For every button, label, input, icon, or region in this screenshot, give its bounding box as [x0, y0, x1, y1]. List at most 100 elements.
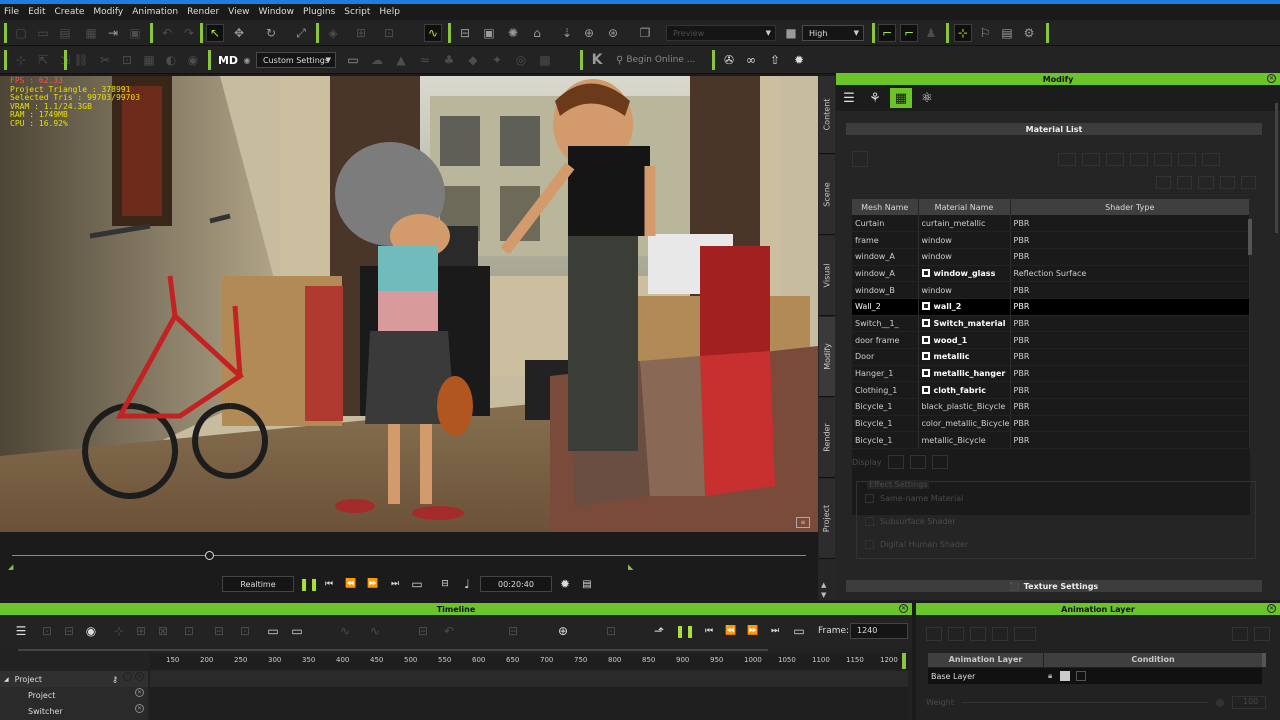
- visible-icon[interactable]: ◉: [184, 51, 202, 69]
- display-option-icon[interactable]: [931, 455, 948, 469]
- material-row[interactable]: window_B window PBR: [852, 281, 1250, 299]
- clipboard-icon[interactable]: ▤: [998, 24, 1016, 42]
- motion-pose-icon[interactable]: ⚘: [864, 88, 886, 108]
- layer-op-icon[interactable]: [948, 627, 964, 641]
- material-op-icon[interactable]: [1156, 176, 1172, 189]
- pause-icon[interactable]: ❚❚: [299, 575, 319, 593]
- timeline-next-icon[interactable]: ⏩: [744, 622, 762, 640]
- layer-op-icon[interactable]: [970, 627, 986, 641]
- timeline-tool-icon[interactable]: ↶: [440, 622, 458, 640]
- frame-ruler[interactable]: 150 200 250 300 350 400 450 500 550 600 650 700 750 8…: [150, 653, 908, 669]
- export-icon[interactable]: ⇥: [104, 24, 122, 42]
- material-op-icon[interactable]: [1106, 153, 1124, 166]
- timeline-tool-icon[interactable]: ⊟: [504, 622, 522, 640]
- timeline-tool-icon[interactable]: ⊟: [414, 622, 432, 640]
- home-camera-icon[interactable]: ⌂: [528, 24, 546, 42]
- material-checker-icon[interactable]: ▦: [890, 88, 912, 108]
- timeline-scrollbar[interactable]: [18, 649, 768, 651]
- timeline-prev-icon[interactable]: ⏪: [722, 622, 740, 640]
- material-op-icon[interactable]: [1154, 153, 1172, 166]
- scroll-up-icon[interactable]: ▲: [821, 581, 826, 589]
- track-row-project-sub[interactable]: Project ✕: [0, 687, 148, 703]
- menu-create[interactable]: Create: [55, 7, 85, 17]
- material-op-icon[interactable]: [1058, 153, 1076, 166]
- material-table-scrollbar[interactable]: [1248, 219, 1252, 255]
- eye-icon[interactable]: ◉: [82, 622, 100, 640]
- grid-icon[interactable]: ⊟: [456, 24, 474, 42]
- snap-icon[interactable]: ◈: [324, 24, 342, 42]
- range-end-marker[interactable]: ◣: [628, 563, 633, 571]
- prop-icon[interactable]: ◆: [464, 51, 482, 69]
- track-close-icon[interactable]: ✕: [135, 704, 144, 713]
- sky-icon[interactable]: ☁: [368, 51, 386, 69]
- layer-color-swatch[interactable]: [1060, 671, 1071, 681]
- display-option-icon[interactable]: [887, 455, 904, 469]
- material-op-icon[interactable]: [1178, 153, 1196, 166]
- material-op-icon[interactable]: [1198, 176, 1214, 189]
- menu-script[interactable]: Script: [344, 7, 370, 17]
- material-row[interactable]: Curtain curtain_metallic PBR: [852, 215, 1250, 233]
- select-tool-icon[interactable]: ↖: [206, 24, 224, 42]
- chain-link-icon[interactable]: ∞: [742, 51, 760, 69]
- video-camera-icon[interactable]: ■: [782, 24, 800, 42]
- tree-icon[interactable]: ♣: [440, 51, 458, 69]
- material-row[interactable]: frame window PBR: [852, 231, 1250, 249]
- export-clip-icon[interactable]: ⬏: [650, 622, 668, 640]
- particle-icon[interactable]: ✦: [488, 51, 506, 69]
- timeline-tool-icon[interactable]: ⊹: [110, 622, 128, 640]
- layer-op-icon[interactable]: [926, 627, 942, 641]
- step-back-icon[interactable]: ⏪: [342, 575, 360, 593]
- base-layer-row[interactable]: Base Layer 🔒︎: [928, 668, 1262, 684]
- close-icon[interactable]: ✕: [1267, 74, 1276, 83]
- timeline-tool-icon[interactable]: ⊡: [236, 622, 254, 640]
- menu-view[interactable]: View: [228, 7, 249, 17]
- pick-icon[interactable]: ⇣: [558, 24, 576, 42]
- layer-down-icon[interactable]: [1254, 627, 1270, 641]
- material-op-icon[interactable]: [1177, 176, 1193, 189]
- physics-icon[interactable]: ⚙: [1020, 24, 1038, 42]
- save-icon[interactable]: ▤: [56, 24, 74, 42]
- material-row[interactable]: window_A window_glass Reflection Surface: [852, 265, 1250, 283]
- subtitle-icon[interactable]: ⊟: [436, 575, 454, 593]
- layer-check-icon[interactable]: [1076, 671, 1087, 681]
- menu-plugins[interactable]: Plugins: [303, 7, 335, 17]
- k-logo-icon[interactable]: K: [588, 51, 606, 69]
- track-lane[interactable]: [150, 671, 908, 687]
- track-close-icon[interactable]: ✕: [135, 672, 144, 681]
- timeline-loop-icon[interactable]: ▭: [790, 622, 808, 640]
- track-key-icon[interactable]: ⚷: [112, 675, 118, 684]
- motion-icon[interactable]: ⊹: [954, 24, 972, 42]
- playback-mode-field[interactable]: Realtime: [222, 576, 294, 592]
- layer-list-scrollbar[interactable]: [1262, 653, 1266, 667]
- import-icon[interactable]: ▦: [82, 24, 100, 42]
- timeline-tool-icon[interactable]: ⊡: [602, 622, 620, 640]
- unlink-icon[interactable]: ✂: [96, 51, 114, 69]
- material-tool-icon[interactable]: [852, 151, 868, 167]
- undo-icon[interactable]: ↶: [158, 24, 176, 42]
- material-row[interactable]: Clothing_1 cloth_fabric PBR: [852, 381, 1250, 400]
- track-row-project[interactable]: ◢ Project ⚷ ◦ ✕: [0, 671, 148, 687]
- weight-slider-track[interactable]: [961, 702, 1208, 703]
- timeline-go-end-icon[interactable]: ⏭: [766, 622, 784, 640]
- time-slider-handle[interactable]: [205, 551, 214, 560]
- search-input[interactable]: ⚲ Begin Online ...: [616, 52, 716, 68]
- transform-icon[interactable]: ⊹: [12, 51, 30, 69]
- add-icon[interactable]: ⊕: [580, 24, 598, 42]
- material-row[interactable]: Bicycle_1 metallic_Bicycle PBR: [852, 431, 1250, 450]
- playback-settings-icon[interactable]: ✹: [556, 575, 574, 593]
- zoom-extent-icon[interactable]: ⊛: [604, 24, 622, 42]
- display-option-icon[interactable]: [909, 455, 926, 469]
- keyboard-icon[interactable]: ▤: [578, 575, 596, 593]
- play-circle-icon[interactable]: ◉: [238, 51, 256, 69]
- image-icon[interactable]: ▭: [344, 51, 362, 69]
- digital-human-shader-option[interactable]: Digital Human Shader: [865, 540, 968, 549]
- track-row-switcher[interactable]: Switcher ✕: [0, 703, 148, 719]
- tab-modify[interactable]: Modify: [819, 317, 835, 397]
- physics-atom-icon[interactable]: ⚛: [916, 88, 938, 108]
- texture-settings-header[interactable]: ⬛ Texture Settings: [846, 580, 1262, 592]
- checkbox[interactable]: [865, 517, 874, 526]
- quality-dropdown[interactable]: High ▼: [802, 25, 864, 41]
- same-name-material-option[interactable]: Same-name Material: [865, 494, 963, 503]
- checkbox[interactable]: [865, 494, 874, 503]
- hide-icon[interactable]: ◐: [162, 51, 180, 69]
